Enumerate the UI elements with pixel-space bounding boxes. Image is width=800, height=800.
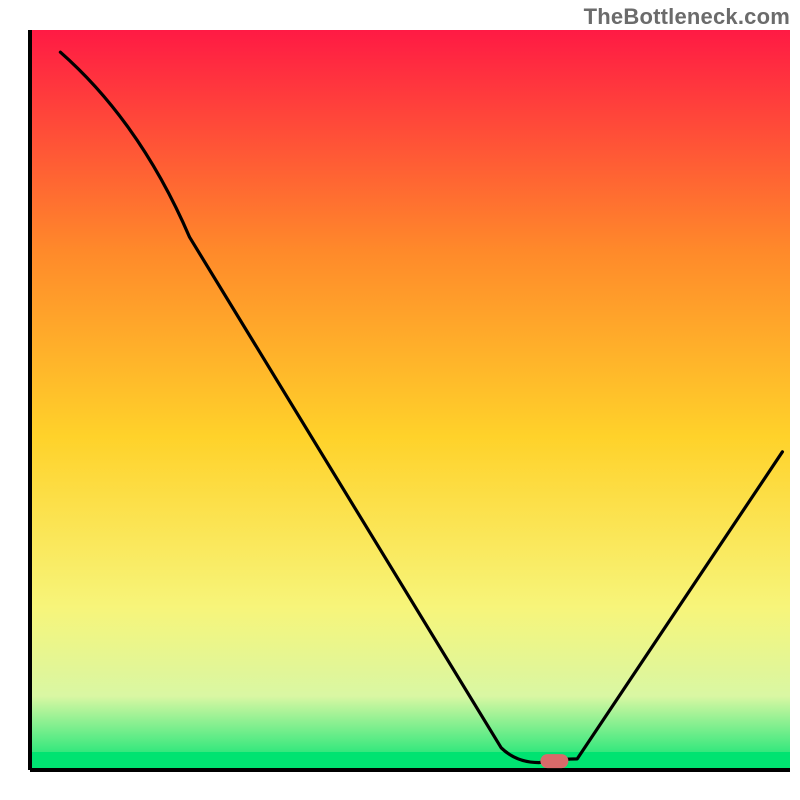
chart-container: TheBottleneck.com: [0, 0, 800, 800]
green-baseline-band: [30, 752, 790, 770]
optimal-point-marker: [540, 754, 568, 768]
chart-svg: [0, 0, 800, 800]
gradient-background: [30, 30, 790, 770]
watermark-text: TheBottleneck.com: [584, 4, 790, 30]
